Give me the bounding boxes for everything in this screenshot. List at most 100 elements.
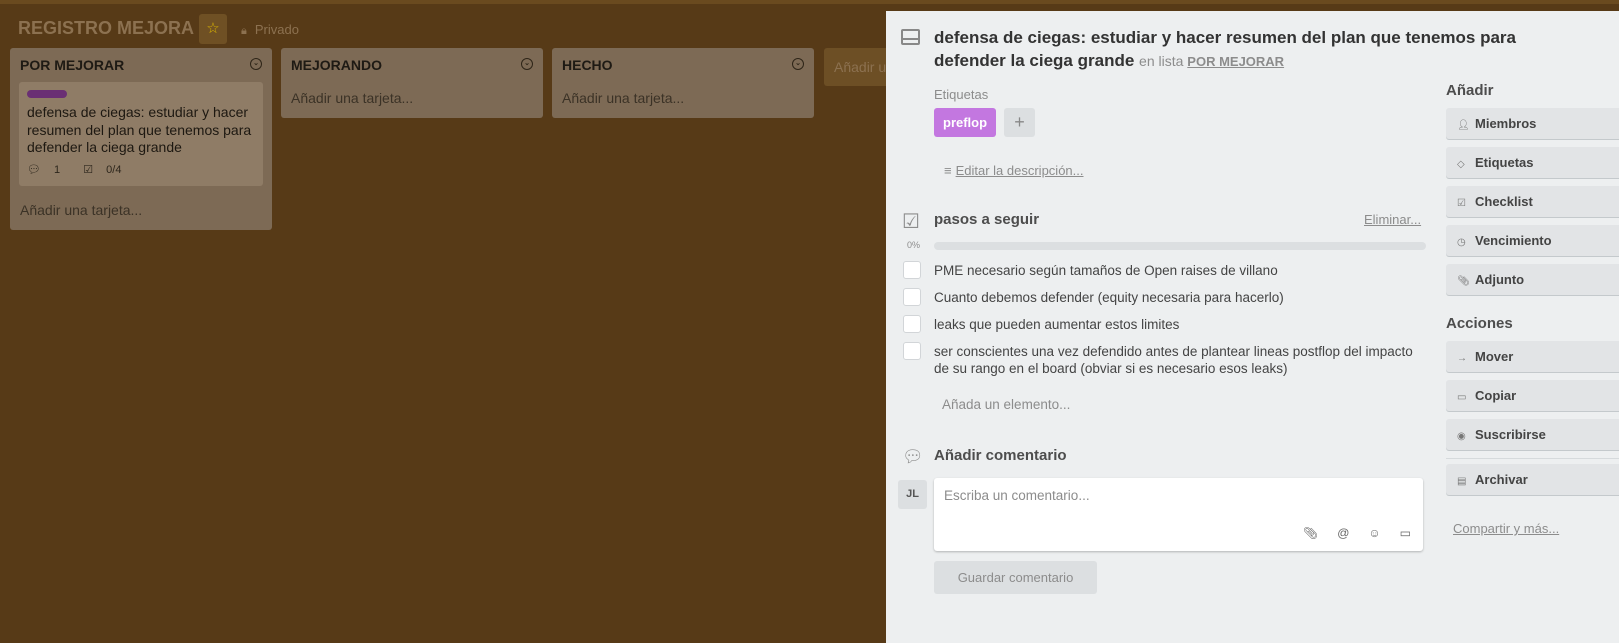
- save-comment-button[interactable]: Guardar comentario: [934, 561, 1097, 594]
- list-menu-icon[interactable]: ⌄: [250, 58, 262, 70]
- checklist-checkbox[interactable]: [903, 261, 921, 279]
- speech-bubble-icon: 💬︎: [902, 447, 924, 466]
- members-button[interactable]: 👤︎ Miembros: [1446, 108, 1619, 139]
- add-card-link[interactable]: Añadir una tarjeta...: [552, 82, 814, 118]
- comment-count: 1: [54, 163, 61, 176]
- checklist-checkbox[interactable]: [903, 342, 921, 360]
- add-heading: Añadir: [1446, 82, 1494, 99]
- checklist-item-text[interactable]: PME necesario según tamaños de Open rais…: [934, 262, 1429, 279]
- comment-heading: Añadir comentario: [934, 447, 1067, 464]
- list-title[interactable]: MEJORANDO: [291, 57, 382, 73]
- comment-box: 📎︎ @ ☺ ▭: [934, 478, 1423, 551]
- add-list-button[interactable]: Añadir u: [824, 48, 886, 86]
- description-icon: ≡: [944, 163, 952, 178]
- checklist-title[interactable]: pasos a seguir: [934, 211, 1039, 228]
- mention-icon[interactable]: @: [1337, 526, 1349, 540]
- list-header[interactable]: MEJORANDO ⌄: [281, 48, 543, 82]
- copy-label: Copiar: [1475, 388, 1517, 403]
- list-menu-icon[interactable]: ⌄: [792, 58, 804, 70]
- comment-badge: 💬︎ 1: [27, 164, 70, 176]
- due-date-label: Vencimiento: [1475, 233, 1552, 248]
- card-label: [27, 90, 67, 98]
- checklist-checkbox[interactable]: [903, 315, 921, 333]
- board-title[interactable]: REGISTRO MEJORA: [18, 18, 194, 39]
- visibility-label: Privado: [254, 22, 299, 37]
- card[interactable]: defensa de ciegas: estudiar y hacer resu…: [19, 82, 263, 186]
- list-mejorando: MEJORANDO ⌄ Añadir una tarjeta...: [281, 48, 543, 118]
- checklist-icon: ☑: [902, 211, 920, 233]
- move-label: Mover: [1475, 349, 1514, 364]
- copy-button[interactable]: ▭ Copiar: [1446, 380, 1619, 411]
- subscribe-button[interactable]: ◉ Suscribirse: [1446, 419, 1619, 450]
- checklist-button[interactable]: ☑ Checklist: [1446, 186, 1619, 217]
- avatar[interactable]: JL: [898, 480, 927, 509]
- list-header[interactable]: HECHO ⌄: [552, 48, 814, 82]
- star-button[interactable]: ☆: [199, 14, 227, 44]
- paperclip-icon: 📎︎: [1457, 276, 1470, 287]
- in-list-info: en lista POR MEJORAR: [1139, 53, 1284, 69]
- add-checklist-item-link[interactable]: Añada un elemento...: [942, 397, 1070, 412]
- labels-label: Etiquetas: [1475, 155, 1534, 170]
- checklist-count: 0/4: [106, 163, 122, 176]
- add-label-button[interactable]: +: [1004, 108, 1035, 137]
- card-badges: 💬︎ 1 ☑ 0/4: [27, 163, 255, 176]
- in-list-prefix: en lista: [1139, 53, 1184, 69]
- checklist-progress-bar: [934, 242, 1426, 250]
- eye-icon: ◉: [1457, 431, 1466, 442]
- tag-icon: ◇: [1457, 159, 1465, 170]
- list-por-mejorar: POR MEJORAR ⌄ defensa de ciegas: estudia…: [10, 48, 272, 230]
- card-detail-modal: defensa de ciegas: estudiar y hacer resu…: [886, 11, 1619, 643]
- checklist-item-text[interactable]: ser conscientes una vez defendido antes …: [934, 343, 1429, 377]
- arrow-right-icon: →: [1457, 353, 1467, 364]
- visibility-button[interactable]: 🔒︎ Privado: [241, 22, 299, 38]
- edit-description-link[interactable]: ≡ Editar la descripción...: [944, 163, 1084, 178]
- archive-icon: ▤: [1457, 476, 1467, 487]
- checklist-item-text[interactable]: leaks que pueden aumentar estos limites: [934, 316, 1429, 333]
- edit-description-label: Editar la descripción...: [955, 163, 1084, 178]
- archive-button[interactable]: ▤ Archivar: [1446, 464, 1619, 495]
- archive-label: Archivar: [1475, 472, 1528, 487]
- list-title[interactable]: HECHO: [562, 57, 613, 73]
- person-icon: 👤︎: [1457, 120, 1470, 131]
- add-card-link[interactable]: Añadir una tarjeta...: [10, 194, 272, 230]
- label-preflop[interactable]: preflop: [934, 108, 997, 137]
- comment-tools: 📎︎ @ ☺ ▭: [1284, 526, 1411, 540]
- actions-heading: Acciones: [1446, 315, 1513, 332]
- attachment-label: Adjunto: [1475, 272, 1525, 287]
- comment-icon: 💬︎: [27, 163, 41, 176]
- lock-icon: 🔒︎: [241, 25, 247, 37]
- move-button[interactable]: → Mover: [1446, 341, 1619, 372]
- comment-input[interactable]: [944, 488, 1404, 503]
- list-header[interactable]: POR MEJORAR ⌄: [10, 48, 272, 82]
- emoji-icon[interactable]: ☺: [1368, 526, 1380, 540]
- copy-icon: ▭: [1457, 392, 1467, 403]
- checklist-item-text[interactable]: Cuanto debemos defender (equity necesari…: [934, 289, 1429, 306]
- checklist-percent: 0%: [907, 240, 921, 250]
- card-title: defensa de ciegas: estudiar y hacer resu…: [27, 104, 252, 155]
- checklist-label: Checklist: [1475, 194, 1533, 209]
- labels-button[interactable]: ◇ Etiquetas: [1446, 147, 1619, 178]
- card-icon: [901, 29, 920, 45]
- attachment-icon[interactable]: 📎︎: [1303, 526, 1318, 540]
- checkbox-icon: ☑: [1457, 198, 1466, 209]
- labels-heading: Etiquetas: [934, 87, 989, 102]
- members-label: Miembros: [1475, 116, 1537, 131]
- add-card-link[interactable]: Añadir una tarjeta...: [281, 82, 543, 118]
- in-list-link[interactable]: POR MEJORAR: [1187, 54, 1284, 69]
- card-title-heading[interactable]: defensa de ciegas: estudiar y hacer resu…: [934, 26, 1554, 73]
- due-date-button[interactable]: ◷ Vencimiento: [1446, 225, 1619, 256]
- clock-icon: ◷: [1457, 237, 1466, 248]
- card-link-icon[interactable]: ▭: [1400, 526, 1411, 540]
- checklist-checkbox[interactable]: [903, 288, 921, 306]
- list-title[interactable]: POR MEJORAR: [20, 57, 124, 73]
- share-more-link[interactable]: Compartir y más...: [1453, 521, 1559, 536]
- delete-checklist-link[interactable]: Eliminar...: [1364, 212, 1421, 227]
- checklist-badge: ☑ 0/4: [83, 164, 131, 176]
- checkbox-icon: ☑: [83, 163, 94, 176]
- list-menu-icon[interactable]: ⌄: [521, 58, 533, 70]
- subscribe-label: Suscribirse: [1475, 427, 1546, 442]
- sidebar-divider: [1446, 458, 1619, 459]
- list-hecho: HECHO ⌄ Añadir una tarjeta...: [552, 48, 814, 118]
- attachment-button[interactable]: 📎︎ Adjunto: [1446, 264, 1619, 295]
- star-icon: ☆: [206, 20, 220, 37]
